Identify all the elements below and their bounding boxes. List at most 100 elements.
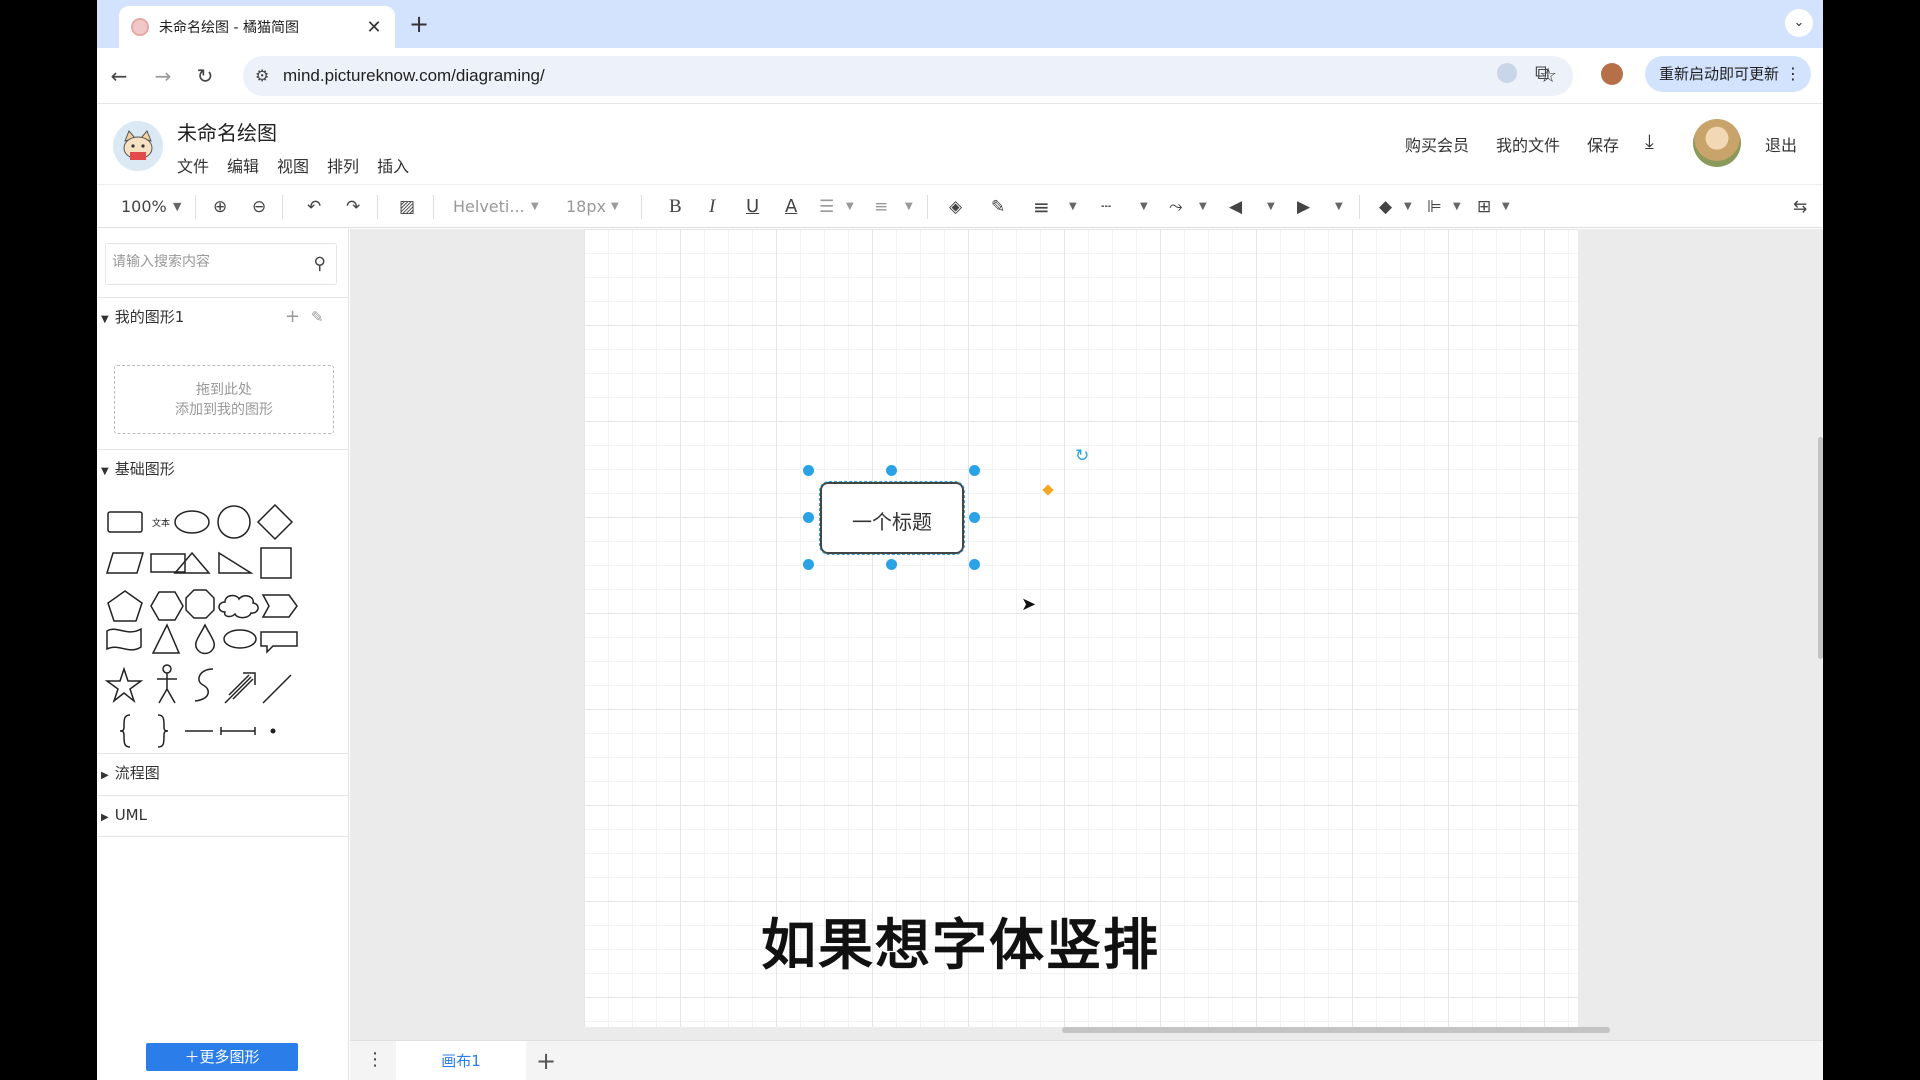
search-icon[interactable]: ⚲ — [314, 254, 326, 274]
square-shape-icon — [260, 547, 292, 579]
more-vert-icon[interactable]: ⋮ — [1785, 56, 1801, 92]
layer-chevron-icon[interactable]: ▼ — [1404, 197, 1412, 217]
resize-handle-ne[interactable] — [969, 465, 980, 476]
line-style-chevron-icon[interactable]: ▼ — [1140, 197, 1148, 217]
my-shapes-header[interactable]: ▼ 我的图形1 + ✎ — [97, 297, 349, 335]
bold-button[interactable]: B — [669, 197, 682, 217]
cat-logo-icon[interactable] — [113, 121, 163, 171]
browser-toolbar: ← → ↻ ⚙ mind.pictureknow.com/diagraming/… — [97, 48, 1823, 104]
line-color-icon[interactable]: ✎ — [991, 197, 1005, 217]
font-size-chevron-icon[interactable]: ▼ — [611, 197, 619, 217]
my-shapes-dropzone[interactable]: 拖到此处 添加到我的图形 — [114, 365, 334, 434]
download-icon[interactable]: ⤓ — [1645, 129, 1654, 153]
line-spacing-chevron-icon[interactable]: ▼ — [846, 197, 854, 217]
parallelogram-shape-icon — [105, 552, 145, 574]
reload-icon[interactable]: ↻ — [191, 62, 219, 90]
font-color-button[interactable]: A — [785, 197, 797, 217]
address-bar[interactable]: ⚙ mind.pictureknow.com/diagraming/ ☆ — [243, 56, 1573, 96]
buy-membership-link[interactable]: 购买会员 — [1405, 132, 1469, 156]
site-info-icon[interactable]: ⚙ — [255, 66, 269, 85]
line-width-chevron-icon[interactable]: ▼ — [1069, 197, 1077, 217]
uml-header[interactable]: ▶ UML — [97, 795, 349, 837]
my-files-link[interactable]: 我的文件 — [1496, 132, 1560, 156]
underline-button[interactable]: U — [746, 197, 759, 217]
user-avatar[interactable] — [1693, 119, 1741, 167]
zoom-chevron-icon[interactable]: ▼ — [173, 197, 181, 217]
menu-arrange[interactable]: 排列 — [327, 153, 359, 177]
resize-handle-sw[interactable] — [803, 559, 814, 570]
new-tab-button[interactable]: + — [405, 10, 433, 38]
tab-search-chevron-icon[interactable]: ⌄ — [1785, 9, 1813, 37]
layer-icon[interactable]: ◆ — [1379, 197, 1392, 217]
shape-search[interactable]: ⚲ — [105, 243, 337, 285]
start-arrow-chevron-icon[interactable]: ▼ — [1267, 197, 1275, 217]
start-arrow-icon[interactable]: ◀ — [1229, 197, 1242, 217]
undo-icon[interactable]: ↶ — [307, 197, 321, 217]
update-button[interactable]: 重新启动即可更新 ⋮ — [1645, 56, 1811, 92]
basic-shapes-header[interactable]: ▼ 基础图形 — [97, 449, 349, 487]
rotate-handle-icon[interactable]: ↻ — [1075, 446, 1089, 466]
align-objects-chevron-icon[interactable]: ▼ — [1453, 197, 1461, 217]
circle-shape-icon — [217, 505, 251, 539]
align-objects-icon[interactable]: ⊫ — [1427, 197, 1442, 217]
connector-icon[interactable]: ⤳ — [1169, 197, 1183, 217]
italic-button[interactable]: I — [709, 197, 715, 217]
extension-icon[interactable] — [1497, 63, 1517, 83]
align-chevron-icon[interactable]: ▼ — [905, 197, 913, 217]
forward-arrow-icon[interactable]: → — [149, 62, 177, 90]
shape-text[interactable]: 一个标题 — [822, 506, 962, 535]
save-button[interactable]: 保存 — [1587, 132, 1619, 156]
fill-color-icon[interactable]: ◈ — [949, 197, 962, 217]
shape-library-panel: ⚲ ▼ 我的图形1 + ✎ 拖到此处 添加到我的图形 ▼ 基础图形 文本 — [97, 229, 349, 1080]
line-spacing-icon[interactable]: ☰ — [819, 197, 834, 217]
resize-handle-n[interactable] — [886, 465, 897, 476]
back-arrow-icon[interactable]: ← — [105, 62, 133, 90]
resize-handle-nw[interactable] — [803, 465, 814, 476]
basic-shapes-grid[interactable]: 文本 — [103, 499, 343, 749]
extensions-puzzle-icon[interactable]: ⧉ — [1535, 60, 1549, 84]
connector-chevron-icon[interactable]: ▼ — [1199, 197, 1207, 217]
site-favicon-icon — [131, 18, 149, 36]
table-chevron-icon[interactable]: ▼ — [1502, 197, 1510, 217]
zoom-in-icon[interactable]: ⊕ — [213, 197, 227, 217]
resize-handle-se[interactable] — [969, 559, 980, 570]
menu-edit[interactable]: 编辑 — [227, 153, 259, 177]
resize-handle-e[interactable] — [969, 512, 980, 523]
zoom-select[interactable]: 100% — [121, 197, 167, 217]
end-arrow-chevron-icon[interactable]: ▼ — [1335, 197, 1343, 217]
vertical-scrollbar[interactable] — [1818, 437, 1823, 659]
font-family-select[interactable]: Helveti... — [453, 197, 525, 217]
logout-link[interactable]: 退出 — [1765, 132, 1797, 156]
search-input[interactable] — [112, 254, 292, 270]
flowchart-header[interactable]: ▶ 流程图 — [97, 753, 349, 791]
menu-view[interactable]: 视图 — [277, 153, 309, 177]
horizontal-scrollbar[interactable] — [1062, 1027, 1610, 1033]
document-title[interactable]: 未命名绘图 — [177, 117, 277, 146]
page-menu-icon[interactable]: ⋮ — [366, 1049, 384, 1070]
browser-tab[interactable]: 未命名绘图 - 橘猫简图 ✕ — [119, 6, 395, 48]
selected-rectangle-shape[interactable]: 一个标题 — [819, 481, 965, 555]
more-shapes-button[interactable]: ＋更多图形 — [146, 1043, 298, 1071]
add-icon[interactable]: + — [285, 298, 300, 336]
resize-handle-w[interactable] — [803, 512, 814, 523]
page-tab-1[interactable]: 画布1 — [396, 1041, 526, 1080]
hexagon-shape-icon — [150, 591, 184, 621]
format-painter-icon[interactable]: ▨ — [399, 197, 415, 217]
line-width-icon[interactable]: ≡ — [1033, 197, 1050, 217]
close-tab-icon[interactable]: ✕ — [365, 17, 383, 38]
collapse-panel-icon[interactable]: ⇆ — [1793, 197, 1807, 217]
redo-icon[interactable]: ↷ — [346, 197, 360, 217]
font-size-select[interactable]: 18px — [566, 197, 606, 217]
font-family-chevron-icon[interactable]: ▼ — [531, 197, 539, 217]
line-style-icon[interactable]: ┄ — [1101, 197, 1111, 217]
table-icon[interactable]: ⊞ — [1477, 197, 1491, 217]
menu-file[interactable]: 文件 — [177, 153, 209, 177]
resize-handle-s[interactable] — [886, 559, 897, 570]
align-icon[interactable]: ≡ — [874, 197, 888, 217]
end-arrow-icon[interactable]: ▶ — [1297, 197, 1310, 217]
profile-avatar[interactable] — [1601, 63, 1623, 85]
zoom-out-icon[interactable]: ⊖ — [252, 197, 266, 217]
edit-pencil-icon[interactable]: ✎ — [311, 298, 324, 336]
menu-insert[interactable]: 插入 — [377, 153, 409, 177]
add-page-icon[interactable]: + — [536, 1047, 556, 1075]
